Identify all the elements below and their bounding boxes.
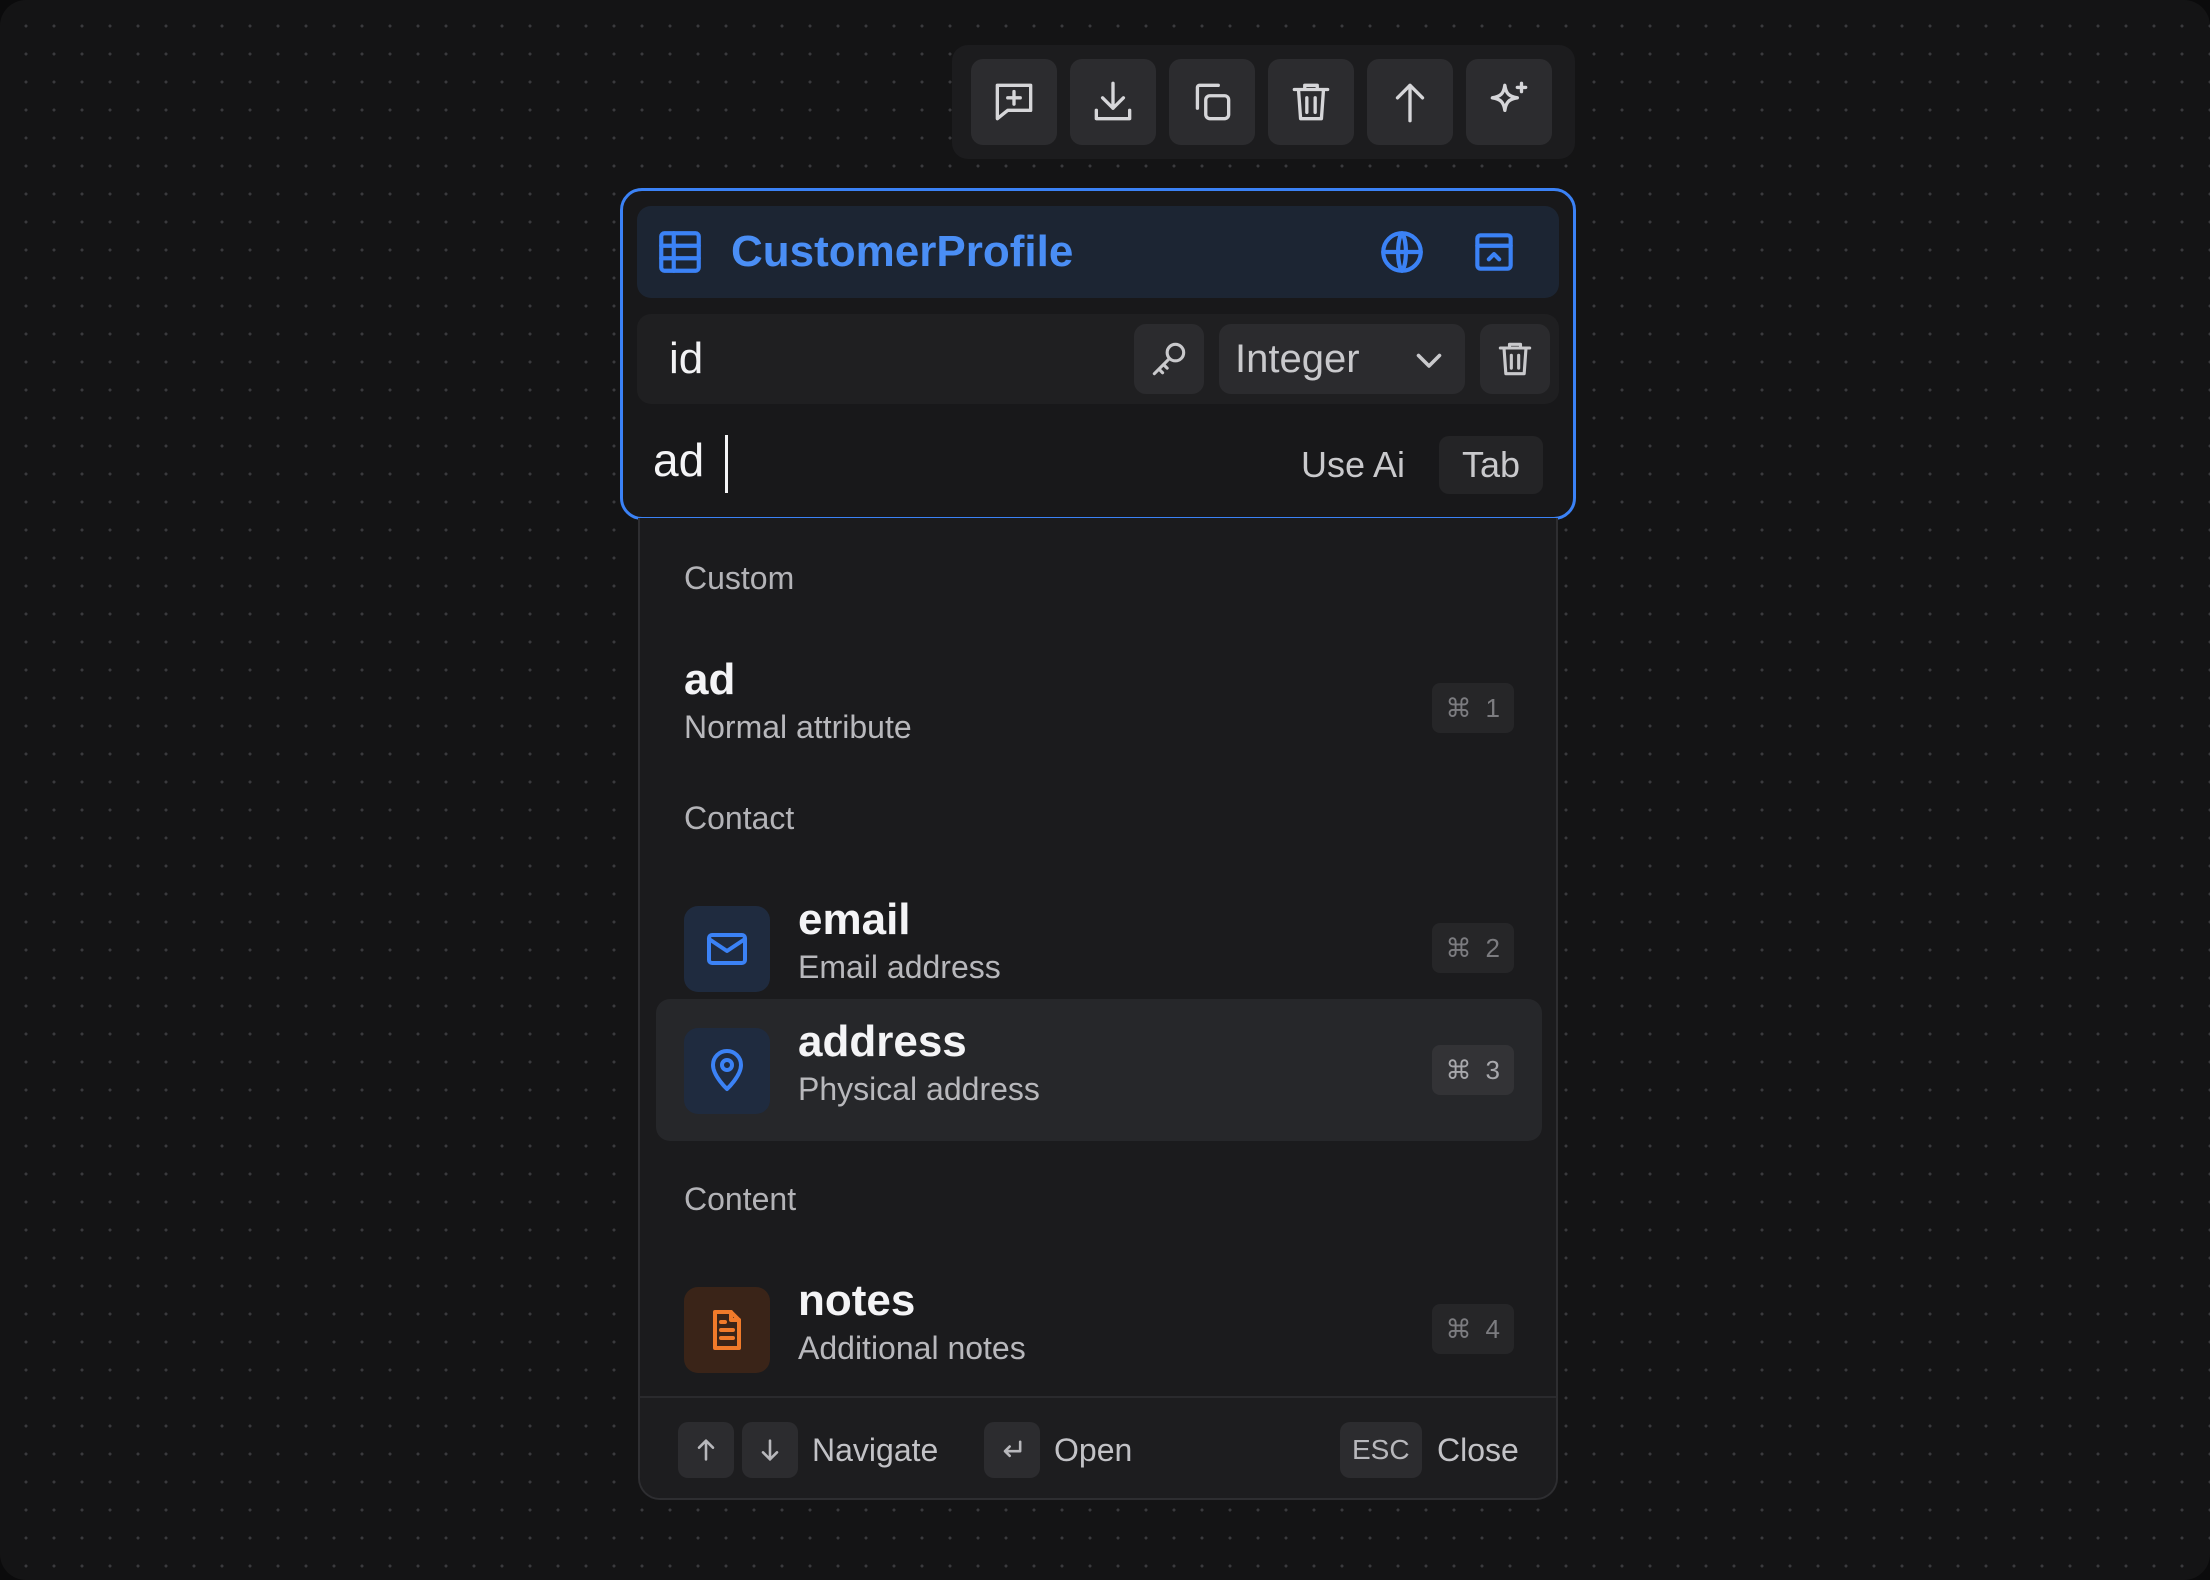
shortcut-badge: ⌘ 2 bbox=[1431, 923, 1514, 973]
shortcut-key: 1 bbox=[1485, 692, 1500, 723]
shortcut-badge: ⌘ 4 bbox=[1431, 1304, 1514, 1354]
tab-key-hint: Tab bbox=[1439, 436, 1543, 494]
comment-plus-icon bbox=[995, 83, 1033, 121]
option-subtitle: Email address bbox=[798, 949, 1001, 985]
arrow-down-key bbox=[742, 1422, 798, 1478]
open-label: Open bbox=[1054, 1432, 1133, 1468]
table-node-card[interactable]: CustomerProfile id Integer ad Use Ai Tab bbox=[620, 188, 1576, 520]
field-type-value: Integer bbox=[1235, 337, 1360, 381]
download-icon bbox=[1094, 81, 1132, 121]
download-button[interactable] bbox=[1070, 59, 1156, 145]
suggestion-option-notes[interactable]: notes Additional notes ⌘ 4 bbox=[656, 1258, 1542, 1400]
mail-icon bbox=[684, 906, 770, 992]
globe-icon[interactable] bbox=[1377, 227, 1427, 277]
map-pin-icon bbox=[684, 1028, 770, 1114]
trash-icon bbox=[1498, 342, 1532, 376]
field-name[interactable]: id bbox=[669, 332, 703, 386]
shortcut-key: 2 bbox=[1485, 932, 1500, 963]
primary-key-toggle[interactable] bbox=[1134, 324, 1204, 394]
add-comment-button[interactable] bbox=[971, 59, 1057, 145]
move-up-button[interactable] bbox=[1367, 59, 1453, 145]
option-subtitle: Physical address bbox=[798, 1071, 1040, 1107]
arrow-up-icon bbox=[1395, 83, 1425, 123]
suggestion-option-ad[interactable]: ad Normal attribute ⌘ 1 bbox=[656, 637, 1542, 779]
canvas-background: CustomerProfile id Integer ad Use Ai Tab… bbox=[0, 0, 2210, 1580]
file-text-icon bbox=[684, 1287, 770, 1373]
shortcut-badge: ⌘ 1 bbox=[1431, 683, 1514, 733]
chevron-down-icon bbox=[1411, 342, 1447, 378]
command-key-icon: ⌘ bbox=[1445, 692, 1472, 723]
text-caret bbox=[725, 435, 728, 493]
delete-field-button[interactable] bbox=[1480, 324, 1550, 394]
field-type-select[interactable]: Integer bbox=[1219, 324, 1465, 394]
close-label[interactable]: Close bbox=[1437, 1426, 1519, 1474]
table-name[interactable]: CustomerProfile bbox=[731, 226, 1073, 278]
option-subtitle: Normal attribute bbox=[684, 709, 912, 745]
field-suggestions-dropdown: Custom ad Normal attribute ⌘ 1 Contact e… bbox=[638, 518, 1558, 1500]
option-title: address bbox=[798, 1017, 967, 1066]
ai-generate-button[interactable] bbox=[1466, 59, 1552, 145]
option-title: email bbox=[798, 895, 911, 944]
shortcut-key: 3 bbox=[1485, 1054, 1500, 1085]
group-label-contact: Contact bbox=[684, 800, 795, 836]
delete-node-button[interactable] bbox=[1268, 59, 1354, 145]
collapse-panel-icon[interactable] bbox=[1469, 227, 1519, 277]
group-label-content: Content bbox=[684, 1181, 797, 1217]
option-title: ad bbox=[684, 655, 736, 704]
use-ai-hint[interactable]: Use Ai bbox=[1301, 443, 1405, 487]
arrow-up-key bbox=[678, 1422, 734, 1478]
option-title: notes bbox=[798, 1276, 916, 1325]
dropdown-footer: Navigate Open ESC Close bbox=[640, 1396, 1556, 1498]
arrow-down-icon bbox=[761, 1439, 779, 1461]
shortcut-key: 4 bbox=[1485, 1313, 1500, 1344]
sparkles-icon bbox=[1490, 81, 1528, 113]
esc-key: ESC bbox=[1340, 1422, 1422, 1478]
command-key-icon: ⌘ bbox=[1445, 1054, 1472, 1085]
navigate-label: Navigate bbox=[812, 1432, 939, 1468]
arrow-up-icon bbox=[697, 1439, 715, 1461]
option-subtitle: Additional notes bbox=[798, 1330, 1026, 1366]
table-header[interactable]: CustomerProfile bbox=[637, 206, 1559, 298]
suggestion-option-email[interactable]: email Email address ⌘ 2 bbox=[656, 877, 1542, 1019]
copy-icon bbox=[1195, 83, 1231, 121]
enter-key bbox=[984, 1422, 1040, 1478]
key-icon bbox=[1152, 342, 1186, 376]
shortcut-badge: ⌘ 3 bbox=[1431, 1045, 1514, 1095]
command-key-icon: ⌘ bbox=[1445, 1313, 1472, 1344]
new-field-input[interactable] bbox=[653, 415, 1253, 505]
suggestion-option-address[interactable]: address Physical address ⌘ 3 bbox=[656, 999, 1542, 1141]
corner-down-left-icon bbox=[1003, 1440, 1022, 1458]
group-label-custom: Custom bbox=[684, 560, 795, 596]
field-row-id[interactable]: id Integer bbox=[637, 314, 1559, 404]
node-toolbar bbox=[952, 45, 1575, 159]
table-grid-icon bbox=[655, 227, 705, 277]
duplicate-button[interactable] bbox=[1169, 59, 1255, 145]
trash-icon bbox=[1292, 83, 1330, 121]
command-key-icon: ⌘ bbox=[1445, 932, 1472, 963]
new-field-row: Use Ai Tab bbox=[637, 415, 1559, 505]
